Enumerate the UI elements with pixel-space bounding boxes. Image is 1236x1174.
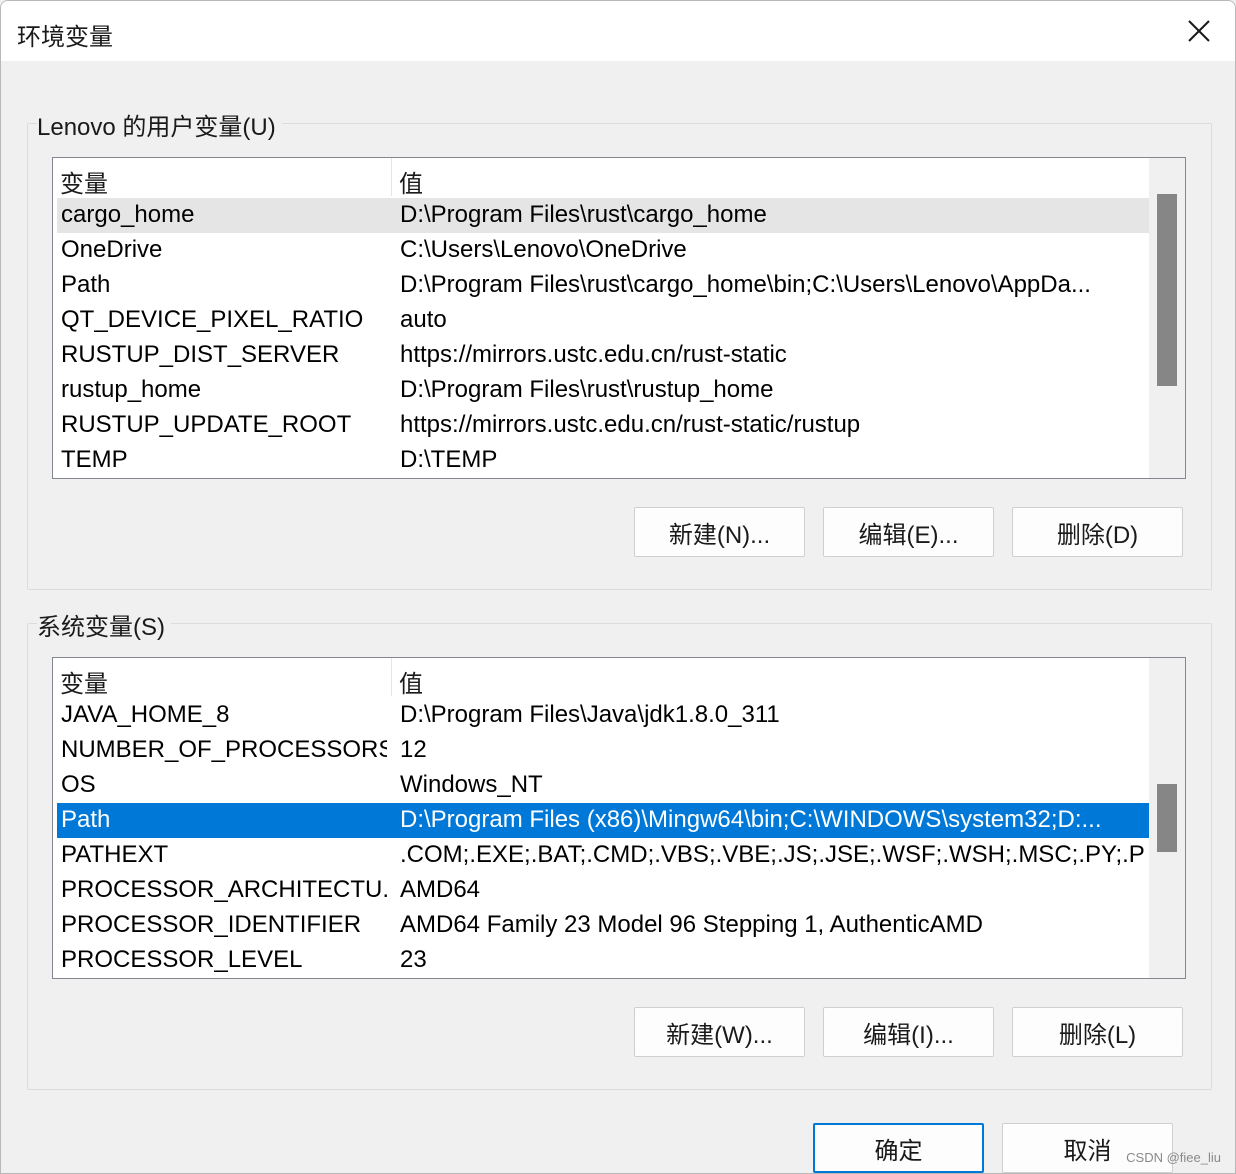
var-name: OS [61, 771, 96, 798]
user-new-button[interactable]: 新建(N)... [634, 507, 805, 557]
var-value: 23 [400, 946, 427, 973]
column-header-value[interactable]: 值 [399, 664, 423, 699]
table-row[interactable]: rustup_home D:\Program Files\rust\rustup… [57, 373, 1149, 408]
var-value: https://mirrors.ustc.edu.cn/rust-static/… [400, 411, 861, 438]
var-name: PATHEXT [61, 841, 169, 868]
close-icon [1188, 20, 1210, 42]
column-divider[interactable] [391, 658, 392, 696]
var-value: AMD64 Family 23 Model 96 Stepping 1, Aut… [400, 911, 983, 938]
var-value: D:\Program Files\rust\cargo_home [400, 201, 767, 228]
scrollbar-thumb[interactable] [1157, 194, 1177, 386]
table-row[interactable]: RUSTUP_UPDATE_ROOT https://mirrors.ustc.… [57, 408, 1149, 443]
system-variables-label: 系统变量(S) [37, 607, 171, 642]
table-row[interactable]: PATHEXT .COM;.EXE;.BAT;.CMD;.VBS;.VBE;.J… [57, 838, 1149, 873]
table-row[interactable]: PROCESSOR_ARCHITECTU... AMD64 [57, 873, 1149, 908]
system-edit-button[interactable]: 编辑(I)... [823, 1007, 994, 1057]
column-header-variable[interactable]: 变量 [60, 164, 108, 199]
var-name: rustup_home [61, 376, 202, 403]
close-button[interactable] [1179, 11, 1219, 51]
window-title: 环境变量 [17, 24, 113, 51]
watermark: CSDN @fiee_liu [1126, 1150, 1221, 1165]
var-name: NUMBER_OF_PROCESSORS [61, 736, 387, 763]
var-value: .COM;.EXE;.BAT;.CMD;.VBS;.VBE;.JS;.JSE;.… [400, 841, 1145, 868]
var-value: Windows_NT [400, 771, 543, 798]
title-bar[interactable]: 环境变量 [1, 1, 1235, 61]
table-row[interactable]: OS Windows_NT [57, 768, 1149, 803]
var-name: OneDrive [61, 236, 163, 263]
table-row[interactable]: Path D:\Program Files\rust\cargo_home\bi… [57, 268, 1149, 303]
system-variables-list[interactable]: 变量 值 JAVA_HOME_8 D:\Program Files\Java\j… [52, 657, 1186, 979]
var-name: PROCESSOR_IDENTIFIER [61, 911, 362, 938]
table-row[interactable]: PROCESSOR_IDENTIFIER AMD64 Family 23 Mod… [57, 908, 1149, 943]
var-name: QT_DEVICE_PIXEL_RATIO [61, 306, 364, 333]
table-row[interactable]: NUMBER_OF_PROCESSORS 12 [57, 733, 1149, 768]
var-value: D:\TEMP [400, 446, 498, 473]
vertical-scrollbar[interactable] [1149, 658, 1185, 978]
var-name: PROCESSOR_ARCHITECTU... [61, 876, 387, 903]
var-name: PROCESSOR_LEVEL [61, 946, 303, 973]
column-header-value[interactable]: 值 [399, 164, 423, 199]
var-name: Path [61, 806, 111, 833]
user-variables-list[interactable]: 变量 值 cargo_home D:\Program Files\rust\ca… [52, 157, 1186, 479]
var-name: JAVA_HOME_8 [61, 701, 230, 728]
var-name: TEMP [61, 446, 128, 473]
var-value: auto [400, 306, 447, 333]
column-divider[interactable] [391, 158, 392, 196]
environment-variables-dialog: 环境变量 Lenovo 的用户变量(U) 变量 值 cargo_home D:\… [0, 0, 1236, 1174]
var-value: D:\Program Files (x86)\Mingw64\bin;C:\WI… [400, 806, 1102, 833]
system-new-button[interactable]: 新建(W)... [634, 1007, 805, 1057]
column-header-variable[interactable]: 变量 [60, 664, 108, 699]
var-value: AMD64 [400, 876, 481, 903]
scrollbar-thumb[interactable] [1157, 784, 1177, 852]
table-row-selected[interactable]: Path D:\Program Files (x86)\Mingw64\bin;… [57, 803, 1149, 838]
list-header: 变量 值 [53, 658, 1149, 699]
var-name: cargo_home [61, 201, 195, 228]
var-name: Path [61, 271, 111, 298]
vertical-scrollbar[interactable] [1149, 158, 1185, 478]
var-value: D:\Program Files\rust\rustup_home [400, 376, 774, 403]
table-row[interactable]: QT_DEVICE_PIXEL_RATIO auto [57, 303, 1149, 338]
var-value: https://mirrors.ustc.edu.cn/rust-static [400, 341, 787, 368]
user-edit-button[interactable]: 编辑(E)... [823, 507, 994, 557]
table-row[interactable]: TEMP D:\TEMP [57, 443, 1149, 478]
list-header: 变量 值 [53, 158, 1149, 199]
ok-button[interactable]: 确定 [813, 1123, 984, 1173]
user-delete-button[interactable]: 删除(D) [1012, 507, 1183, 557]
var-name: RUSTUP_DIST_SERVER [61, 341, 340, 368]
var-value: D:\Program Files\Java\jdk1.8.0_311 [400, 701, 780, 728]
cancel-button[interactable]: 取消 [1002, 1123, 1173, 1173]
user-variables-label: Lenovo 的用户变量(U) [37, 107, 282, 142]
var-value: 12 [400, 736, 427, 763]
var-name: RUSTUP_UPDATE_ROOT [61, 411, 352, 438]
var-value: C:\Users\Lenovo\OneDrive [400, 236, 687, 263]
table-row[interactable]: PROCESSOR_LEVEL 23 [57, 943, 1149, 978]
system-delete-button[interactable]: 删除(L) [1012, 1007, 1183, 1057]
table-row[interactable]: RUSTUP_DIST_SERVER https://mirrors.ustc.… [57, 338, 1149, 373]
table-row[interactable]: cargo_home D:\Program Files\rust\cargo_h… [57, 198, 1149, 233]
table-row[interactable]: JAVA_HOME_8 D:\Program Files\Java\jdk1.8… [57, 698, 1149, 733]
var-value: D:\Program Files\rust\cargo_home\bin;C:\… [400, 271, 1091, 298]
table-row[interactable]: OneDrive C:\Users\Lenovo\OneDrive [57, 233, 1149, 268]
